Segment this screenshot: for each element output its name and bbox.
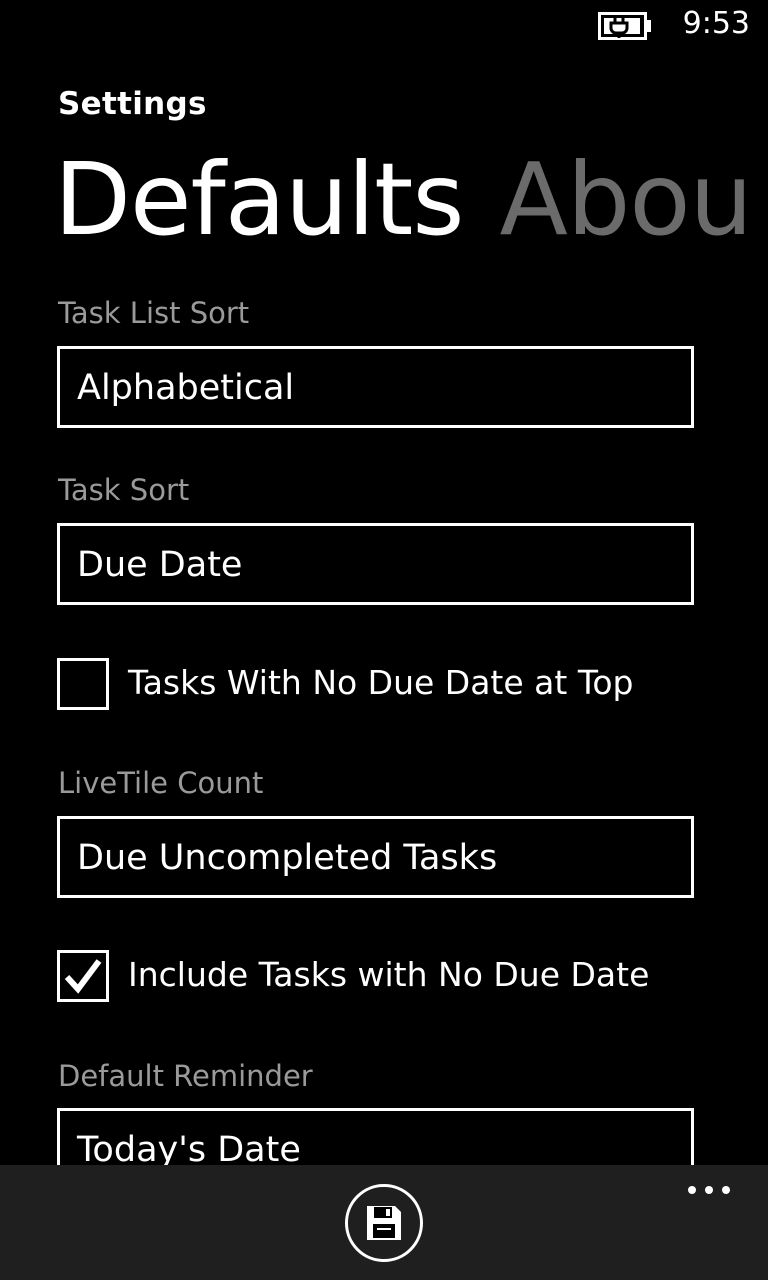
ellipsis-icon-dot [722,1186,730,1194]
task-sort-value: Due Date [77,545,243,585]
task-list-sort-value: Alphabetical [77,368,295,408]
settings-panel[interactable]: Task List Sort Alphabetical Task Sort Du… [0,260,768,1165]
more-button[interactable] [680,1175,740,1205]
pivot-header: Defaults Abou [54,140,768,260]
include-no-due-date-checkbox[interactable] [57,950,109,1002]
save-icon [367,1206,401,1240]
default-reminder-label: Default Reminder [58,1059,313,1093]
include-no-due-date-label: Include Tasks with No Due Date [128,955,650,994]
tab-defaults[interactable]: Defaults [54,140,464,260]
save-button[interactable] [345,1184,423,1262]
default-reminder-value: Today's Date [77,1130,301,1165]
ellipsis-icon-dot [688,1186,696,1194]
battery-charging-icon [598,12,652,40]
task-sort-label: Task Sort [58,473,190,507]
livetile-count-picker[interactable]: Due Uncompleted Tasks [57,816,694,898]
no-due-date-top-checkbox[interactable] [57,658,109,710]
no-due-date-top-label: Tasks With No Due Date at Top [128,663,634,702]
application-bar [0,1165,768,1280]
app-title: Settings [58,86,207,122]
ellipsis-icon-dot [705,1186,713,1194]
task-sort-picker[interactable]: Due Date [57,523,694,605]
no-due-date-top-row[interactable]: Tasks With No Due Date at Top [57,658,737,710]
livetile-count-label: LiveTile Count [58,766,264,800]
tab-about[interactable]: Abou [499,140,752,260]
livetile-count-value: Due Uncompleted Tasks [77,838,498,878]
task-list-sort-label: Task List Sort [58,296,250,330]
include-no-due-date-row[interactable]: Include Tasks with No Due Date [57,950,737,1002]
task-list-sort-picker[interactable]: Alphabetical [57,346,694,428]
status-bar: 9:53 [0,0,768,50]
default-reminder-picker[interactable]: Today's Date [57,1108,694,1165]
status-time: 9:53 [682,6,750,41]
checkmark-icon [64,959,102,994]
